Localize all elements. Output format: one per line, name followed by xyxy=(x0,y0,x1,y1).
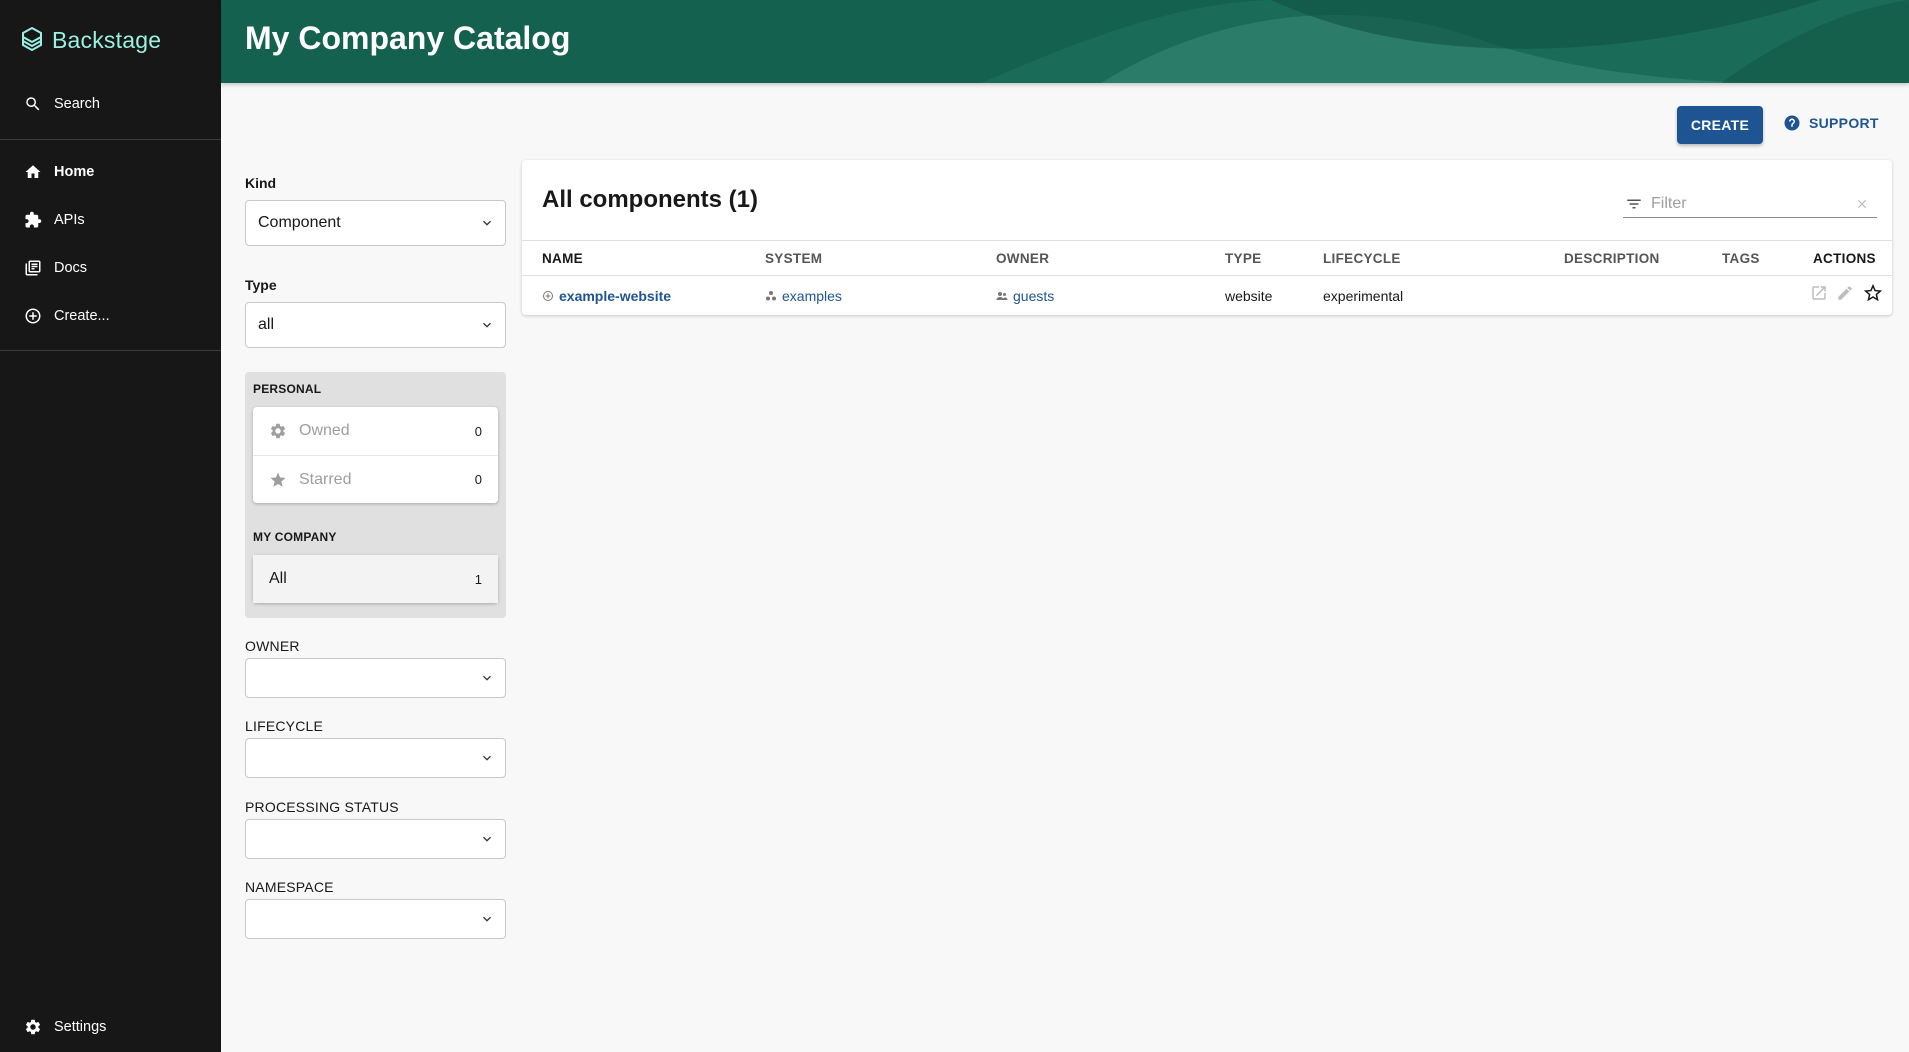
owner-link[interactable]: guests xyxy=(1013,288,1054,304)
namespace-select[interactable] xyxy=(245,899,506,939)
owned-label: Owned xyxy=(299,422,350,439)
user-list-picker: PERSONAL Owned 0 Starred 0 MY COMPANY Al… xyxy=(245,372,506,618)
logo-text: Backstage xyxy=(52,26,162,53)
cell-type: website xyxy=(1225,288,1273,304)
company-heading: MY COMPANY xyxy=(253,530,337,544)
starred-label: Starred xyxy=(299,470,352,488)
sidebar-item-label: Create... xyxy=(54,308,110,324)
owner-label: OWNER xyxy=(245,638,300,654)
backstage-logo[interactable]: Backstage xyxy=(20,26,161,54)
company-card: All 1 xyxy=(253,555,498,603)
sidebar-item-label: APIs xyxy=(54,212,85,228)
gear-icon xyxy=(25,1019,41,1035)
extension-icon xyxy=(25,211,42,228)
column-header-name[interactable]: NAME xyxy=(542,251,583,266)
system-icon xyxy=(766,291,776,301)
type-select-value: all xyxy=(258,316,275,333)
column-header-system[interactable]: SYSTEM xyxy=(765,251,822,266)
page-header: My Company Catalog xyxy=(221,0,1909,83)
chevron-down-icon xyxy=(483,220,491,226)
chevron-down-icon xyxy=(483,675,491,681)
library-books-icon xyxy=(25,260,41,276)
table-header-row: NAME SYSTEM OWNER TYPE LIFECYCLE DESCRIP… xyxy=(522,240,1892,276)
kind-select-value: Component xyxy=(258,214,341,231)
personal-heading: PERSONAL xyxy=(253,382,322,396)
kind-label: Kind xyxy=(245,175,277,191)
add-circle-outline-icon xyxy=(25,308,41,324)
sidebar-divider xyxy=(0,139,221,140)
column-header-owner[interactable]: OWNER xyxy=(996,251,1049,266)
system-link[interactable]: examples xyxy=(782,288,842,304)
group-icon xyxy=(996,292,1008,300)
owned-count: 0 xyxy=(474,423,482,439)
starred-filter[interactable]: Starred 0 xyxy=(253,455,498,503)
cell-owner: guests xyxy=(996,288,1054,304)
column-header-tags[interactable]: TAGS xyxy=(1722,251,1760,266)
column-header-description[interactable]: DESCRIPTION xyxy=(1564,251,1660,266)
sidebar-divider xyxy=(0,350,221,351)
lifecycle-label: LIFECYCLE xyxy=(245,718,324,734)
gear-icon xyxy=(270,423,286,439)
cell-name: example-website xyxy=(542,288,671,304)
support-label: SUPPORT xyxy=(1809,115,1879,131)
sidebar: Backstage Search Home APIs Docs Create..… xyxy=(0,0,221,1052)
table-filter-input[interactable] xyxy=(1651,194,1841,213)
starred-count: 0 xyxy=(474,472,482,487)
column-header-lifecycle[interactable]: LIFECYCLE xyxy=(1323,251,1401,266)
favorite-action[interactable] xyxy=(1862,282,1884,309)
sidebar-item-docs[interactable]: Docs xyxy=(0,248,221,288)
processing-status-select[interactable] xyxy=(245,819,506,859)
all-label: All xyxy=(269,570,287,587)
type-label: Type xyxy=(245,277,277,293)
help-icon xyxy=(1784,115,1800,131)
all-count: 1 xyxy=(474,571,482,587)
chevron-down-icon xyxy=(483,322,491,328)
sidebar-search[interactable]: Search xyxy=(0,84,221,124)
components-table: All components (1) NAME SYSTEM OWNER TYP… xyxy=(522,160,1892,315)
personal-card: Owned 0 Starred 0 xyxy=(253,407,498,503)
create-button[interactable]: CREATE xyxy=(1677,106,1763,144)
filter-list-icon xyxy=(1627,199,1641,208)
edit-icon xyxy=(1838,286,1852,300)
chevron-down-icon xyxy=(483,755,491,761)
type-select[interactable]: all xyxy=(245,302,506,348)
page-title: My Company Catalog xyxy=(245,20,571,56)
owner-select[interactable] xyxy=(245,658,506,698)
column-header-actions: ACTIONS xyxy=(1813,251,1876,266)
table-title: All components (1) xyxy=(542,186,759,213)
chevron-down-icon xyxy=(483,836,491,842)
component-icon xyxy=(543,291,553,301)
sidebar-item-create[interactable]: Create... xyxy=(0,296,221,336)
sidebar-item-apis[interactable]: APIs xyxy=(0,200,221,240)
entity-link[interactable]: example-website xyxy=(559,288,671,304)
open-in-new-icon xyxy=(1812,286,1826,300)
sidebar-item-label: Settings xyxy=(54,1019,107,1035)
namespace-label: NAMESPACE xyxy=(245,879,334,895)
table-row: example-website examples guests website … xyxy=(522,276,1892,315)
all-filter[interactable]: All 1 xyxy=(253,555,498,603)
sidebar-item-home[interactable]: Home xyxy=(0,152,221,192)
sidebar-item-label: Docs xyxy=(54,260,88,276)
sidebar-search-label: Search xyxy=(54,96,100,112)
lifecycle-select[interactable] xyxy=(245,738,506,778)
table-filter xyxy=(1623,190,1877,218)
owned-filter[interactable]: Owned 0 xyxy=(253,407,498,455)
kind-select[interactable]: Component xyxy=(245,200,506,246)
star-outline-icon xyxy=(1863,283,1883,302)
edit-action[interactable] xyxy=(1836,284,1854,307)
sidebar-item-label: Home xyxy=(54,164,95,180)
view-action[interactable] xyxy=(1810,284,1828,307)
support-button[interactable]: SUPPORT xyxy=(1783,114,1879,132)
search-icon xyxy=(26,97,40,111)
star-icon xyxy=(270,472,286,487)
chevron-down-icon xyxy=(483,916,491,922)
column-header-type[interactable]: TYPE xyxy=(1225,251,1261,266)
processing-status-label: PROCESSING STATUS xyxy=(245,799,399,815)
close-icon[interactable] xyxy=(1855,197,1869,211)
home-icon xyxy=(25,165,41,178)
sidebar-item-settings[interactable]: Settings xyxy=(0,1007,221,1047)
cell-system: examples xyxy=(765,288,842,304)
backstage-logo-icon xyxy=(22,26,42,52)
cell-lifecycle: experimental xyxy=(1323,288,1404,304)
